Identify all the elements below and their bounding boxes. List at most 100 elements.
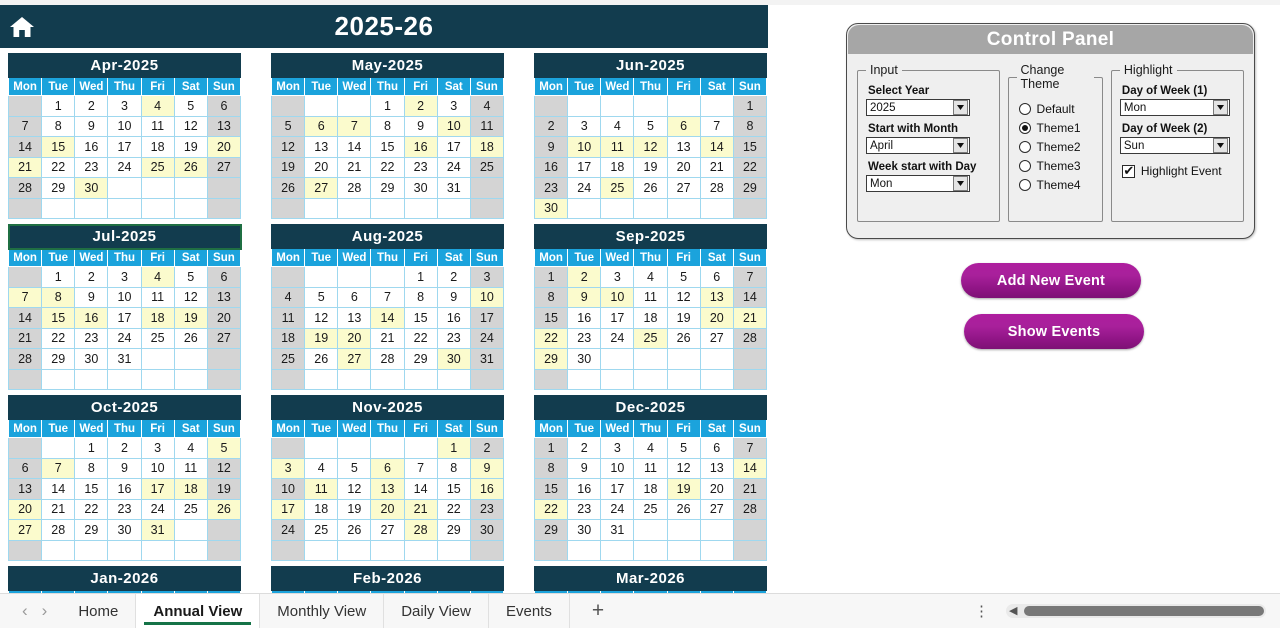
day-cell[interactable]: 19 [173,136,208,158]
month-title[interactable]: Apr-2025 [8,53,241,78]
day-cell[interactable]: 16 [436,307,471,329]
add-sheet-button[interactable]: + [570,599,626,623]
day-cell[interactable]: 10 [270,478,306,500]
day-cell[interactable]: 16 [567,478,602,500]
day-cell[interactable]: 10 [140,457,175,479]
month-title[interactable]: Mar-2026 [534,566,767,591]
month-title[interactable]: Feb-2026 [271,566,504,591]
day-cell[interactable]: 3 [140,437,175,459]
day-cell[interactable]: 14 [732,457,768,479]
day-cell[interactable]: 1 [732,95,768,117]
day-cell[interactable]: 29 [403,348,438,370]
day-cell[interactable]: 15 [533,307,569,329]
day-cell[interactable]: 8 [370,115,405,137]
day-cell[interactable]: 31 [140,519,175,541]
day-cell[interactable]: 30 [436,348,471,370]
start-month-dropdown[interactable]: April [866,137,970,154]
day-cell[interactable]: 22 [41,156,76,178]
day-cell[interactable]: 12 [173,286,208,308]
day-cell[interactable]: 12 [304,307,339,329]
day-cell[interactable]: 24 [436,156,471,178]
next-sheet-icon[interactable]: › [42,601,48,621]
day-cell[interactable]: 16 [533,156,569,178]
day-cell[interactable]: 20 [304,156,339,178]
day-cell[interactable]: 31 [600,519,635,541]
day-cell[interactable]: 11 [633,286,668,308]
day-cell[interactable]: 8 [436,457,471,479]
day-cell[interactable]: 16 [469,478,505,500]
day-cell[interactable]: 10 [436,115,471,137]
day-cell[interactable]: 4 [304,457,339,479]
day-cell[interactable]: 31 [436,177,471,199]
day-cell[interactable]: 3 [600,266,635,288]
day-cell[interactable]: 17 [270,498,306,520]
day-cell[interactable]: 25 [633,327,668,349]
day-cell[interactable]: 12 [270,136,306,158]
day-cell[interactable]: 27 [699,327,734,349]
day-cell[interactable]: 6 [699,437,734,459]
day-cell[interactable]: 9 [74,115,109,137]
day-cell[interactable]: 17 [107,136,142,158]
day-cell[interactable]: 31 [469,348,505,370]
day-cell[interactable]: 13 [666,136,701,158]
day-cell[interactable]: 5 [666,266,701,288]
theme-option-theme4[interactable]: Theme4 [1018,178,1094,192]
day-cell[interactable]: 21 [403,498,438,520]
day-cell[interactable]: 4 [270,286,306,308]
day-cell[interactable]: 23 [567,327,602,349]
day-cell[interactable]: 25 [173,498,208,520]
day-cell[interactable]: 6 [304,115,339,137]
day-cell[interactable]: 3 [600,437,635,459]
day-cell[interactable]: 19 [206,478,242,500]
day-cell[interactable]: 20 [699,478,734,500]
day-cell[interactable]: 2 [74,95,109,117]
day-cell[interactable]: 23 [469,498,505,520]
day-cell[interactable]: 16 [74,136,109,158]
day-cell[interactable]: 17 [469,307,505,329]
day-cell[interactable]: 29 [732,177,768,199]
day-cell[interactable]: 9 [469,457,505,479]
day-cell[interactable]: 2 [107,437,142,459]
day-cell[interactable]: 7 [7,115,43,137]
day-cell[interactable]: 20 [206,136,242,158]
day-cell[interactable]: 6 [337,286,372,308]
day-cell[interactable]: 29 [74,519,109,541]
day-cell[interactable]: 5 [304,286,339,308]
day-cell[interactable]: 14 [732,286,768,308]
day-cell[interactable]: 22 [533,327,569,349]
day-cell[interactable]: 7 [370,286,405,308]
day-cell[interactable]: 27 [370,519,405,541]
day-cell[interactable]: 21 [732,478,768,500]
day-cell[interactable]: 17 [600,307,635,329]
select-year-dropdown[interactable]: 2025 [866,99,970,116]
day-cell[interactable]: 23 [74,327,109,349]
day-cell[interactable]: 25 [469,156,505,178]
day-cell[interactable]: 9 [567,457,602,479]
day-cell[interactable]: 19 [666,307,701,329]
show-events-button[interactable]: Show Events [964,314,1144,349]
day-cell[interactable]: 14 [7,136,43,158]
sheet-tab-annual-view[interactable]: Annual View [136,593,261,628]
day-cell[interactable]: 22 [403,327,438,349]
day-cell[interactable]: 28 [337,177,372,199]
day-cell[interactable]: 6 [666,115,701,137]
day-cell[interactable]: 19 [304,327,339,349]
day-cell[interactable]: 26 [173,327,208,349]
day-cell[interactable]: 27 [206,327,242,349]
day-cell[interactable]: 1 [41,95,76,117]
sheet-tab-home[interactable]: Home [61,593,137,628]
day-cell[interactable]: 11 [304,478,339,500]
day-cell[interactable]: 11 [173,457,208,479]
day-cell[interactable]: 11 [469,115,505,137]
day-cell[interactable]: 22 [41,327,76,349]
day-cell[interactable]: 23 [533,177,569,199]
sheet-tab-monthly-view[interactable]: Monthly View [260,593,385,628]
day-cell[interactable]: 21 [7,327,43,349]
day-cell[interactable]: 8 [732,115,768,137]
month-title[interactable]: Jul-2025 [7,223,242,250]
day-of-week-2-dropdown[interactable]: Sun [1119,137,1230,154]
day-cell[interactable]: 2 [567,266,602,288]
day-cell[interactable]: 29 [533,348,569,370]
day-cell[interactable]: 15 [41,307,76,329]
day-cell[interactable]: 8 [74,457,109,479]
